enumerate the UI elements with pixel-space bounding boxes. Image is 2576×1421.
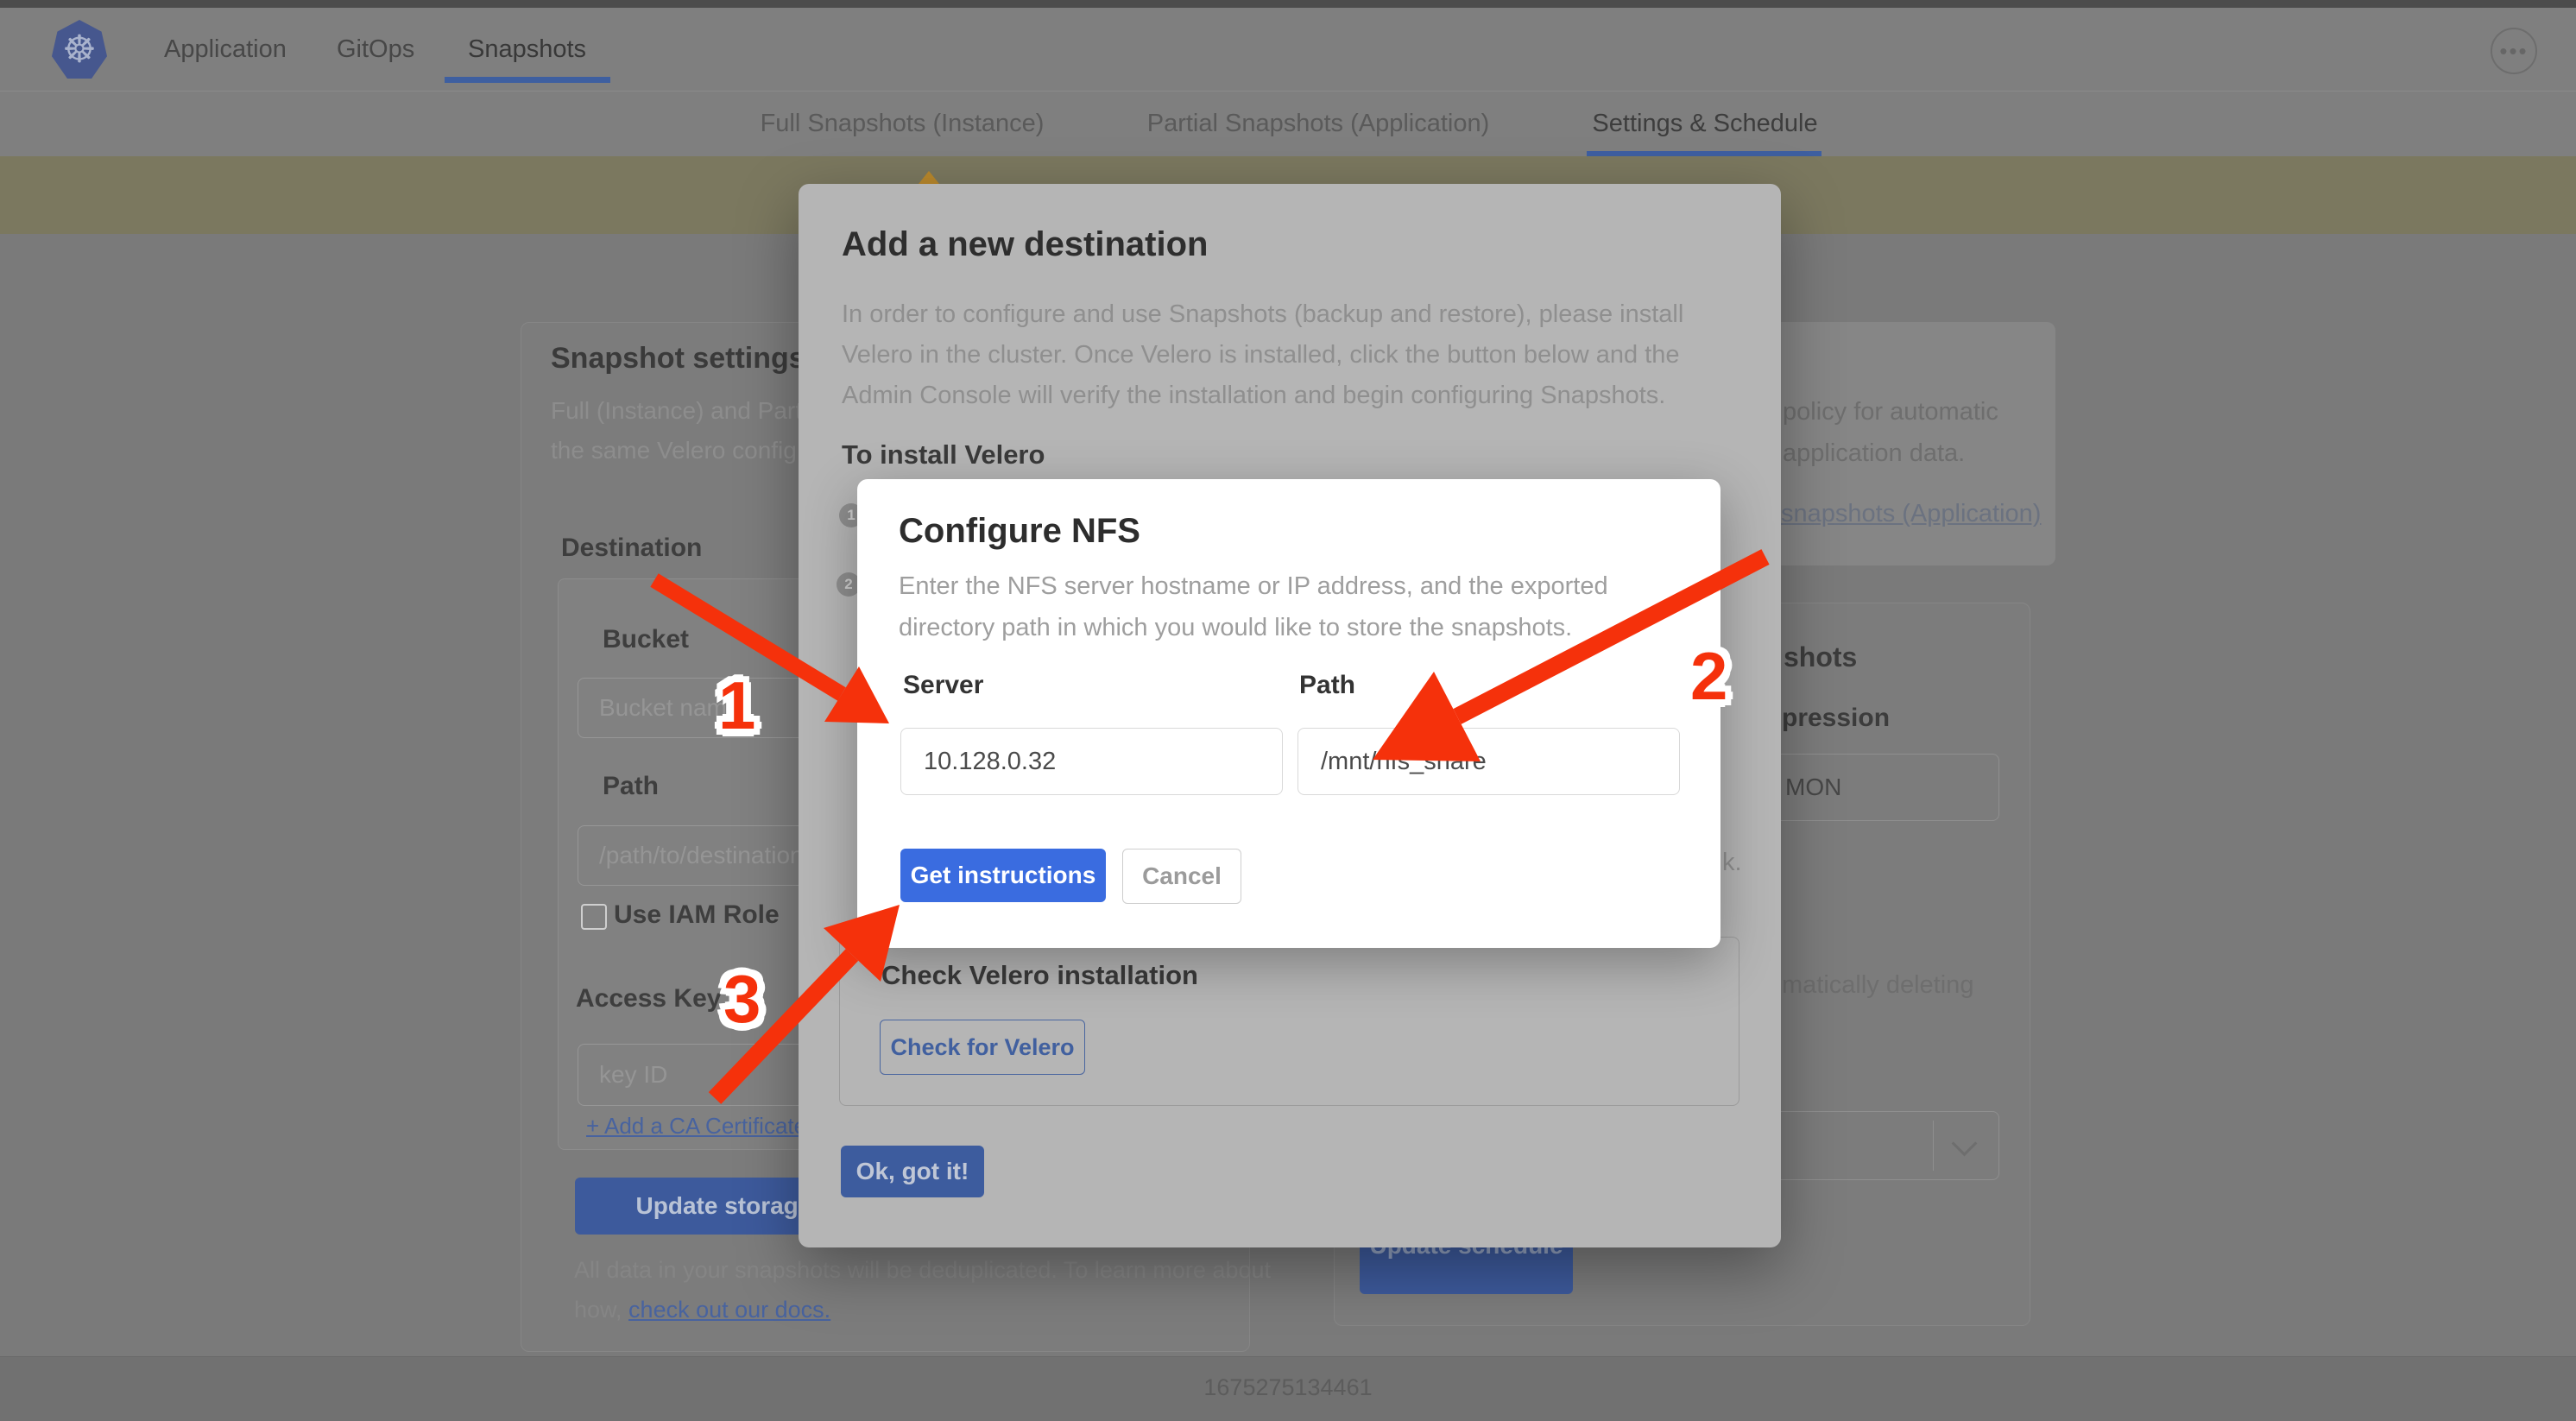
- dedupe-note-line1: All data in your snapshots will be dedup…: [574, 1257, 1271, 1284]
- infobox-text-fragment-2: application data.: [1783, 439, 1965, 468]
- nfs-desc-line1: Enter the NFS server hostname or IP addr…: [899, 572, 1608, 601]
- nav-tab-gitops[interactable]: GitOps: [337, 8, 414, 91]
- check-velero-heading: Check Velero installation: [881, 960, 1198, 991]
- path-label: Path: [603, 772, 659, 801]
- annotation-badge-2: 2: [1690, 637, 1727, 716]
- nav-tab-label: Application: [164, 35, 287, 64]
- nfs-path-input[interactable]: [1297, 728, 1680, 795]
- kubernetes-helm-glyph: ☸: [62, 28, 96, 72]
- use-iam-role-label: Use IAM Role: [614, 900, 780, 930]
- card-desc-line1: Full (Instance) and Part: [551, 397, 802, 425]
- button-label: Ok, got it!: [856, 1158, 969, 1185]
- modal-body-line1: In order to configure and use Snapshots …: [842, 300, 1683, 329]
- retention-text-fragment: matically deleting: [1782, 971, 1973, 1000]
- modal-body-line3: Admin Console will verify the installati…: [842, 382, 1665, 410]
- bucket-label: Bucket: [603, 625, 689, 654]
- cron-expression-label-fragment: pression: [1782, 704, 1890, 733]
- nfs-modal-title: Configure NFS: [899, 512, 1140, 551]
- warning-icon: [919, 171, 939, 184]
- subtab-label: Full Snapshots (Instance): [761, 110, 1045, 138]
- get-instructions-button[interactable]: Get instructions: [900, 849, 1106, 902]
- nav-tab-application[interactable]: Application: [164, 8, 287, 91]
- chevron-down-icon: [1952, 1131, 1978, 1157]
- nfs-desc-line2: directory path in which you would like t…: [899, 614, 1572, 642]
- nav-tab-label: GitOps: [337, 35, 414, 64]
- subtab-label: Partial Snapshots (Application): [1147, 110, 1490, 138]
- footer-timestamp: 1675275134461: [1203, 1374, 1372, 1401]
- configure-nfs-modal: Configure NFS Enter the NFS server hostn…: [857, 479, 1720, 948]
- dedupe-note-line2: how, check out our docs.: [574, 1297, 830, 1323]
- install-velero-heading: To install Velero: [842, 439, 1045, 471]
- docs-link[interactable]: check out our docs.: [628, 1297, 830, 1323]
- step-number: 1: [847, 507, 855, 524]
- subtab-settings-schedule[interactable]: Settings & Schedule: [1592, 92, 1817, 156]
- button-label: Cancel: [1142, 862, 1222, 890]
- active-nav-underline: [445, 77, 610, 83]
- ellipsis-glyph: •••: [2499, 38, 2528, 65]
- dedupe-note-prefix: how,: [574, 1297, 628, 1323]
- card-desc-line2: the same Velero config: [551, 437, 797, 464]
- button-label: Get instructions: [911, 862, 1096, 889]
- nav-tab-label: Snapshots: [468, 35, 586, 64]
- check-for-velero-button[interactable]: Check for Velero: [880, 1020, 1085, 1075]
- button-label: Check for Velero: [890, 1034, 1074, 1061]
- subtab-partial-snapshots[interactable]: Partial Snapshots (Application): [1147, 92, 1490, 156]
- card-title: Snapshot settings: [551, 342, 805, 376]
- cancel-button[interactable]: Cancel: [1122, 849, 1241, 904]
- destination-section-title: Destination: [561, 534, 702, 563]
- cron-value-fragment: MON: [1785, 774, 1841, 801]
- infobox-text-fragment-1: policy for automatic: [1783, 398, 1998, 426]
- subtab-label: Settings & Schedule: [1592, 110, 1817, 138]
- check-velero-section: Check Velero installation Check for Vele…: [839, 937, 1739, 1106]
- app-window: ☸ Application GitOps Snapshots ••• Full …: [0, 0, 2576, 1421]
- modal-body-line2: Velero in the cluster. Once Velero is in…: [842, 341, 1679, 369]
- dropdown-divider: [1933, 1121, 1934, 1171]
- server-label: Server: [903, 671, 983, 700]
- window-top-edge: [0, 0, 2576, 8]
- annotation-badge-3: 3: [723, 960, 761, 1039]
- ok-got-it-button[interactable]: Ok, got it!: [841, 1146, 984, 1197]
- annotation-badge-1: 1: [718, 666, 755, 745]
- step-number: 2: [844, 576, 852, 593]
- use-iam-role-checkbox[interactable]: [581, 904, 607, 930]
- hidden-text-fragment: k.: [1722, 849, 1742, 877]
- add-ca-certificate-link[interactable]: + Add a CA Certificate: [586, 1113, 806, 1140]
- ellipsis-menu-icon[interactable]: •••: [2491, 28, 2537, 74]
- schedule-heading-fragment: shots: [1784, 641, 1857, 673]
- nfs-path-label: Path: [1299, 671, 1355, 700]
- snapshots-application-link-fragment[interactable]: snapshots (Application): [1781, 500, 2041, 528]
- modal-title: Add a new destination: [842, 225, 1208, 264]
- server-input[interactable]: [900, 728, 1283, 795]
- subtab-full-snapshots[interactable]: Full Snapshots (Instance): [761, 92, 1045, 156]
